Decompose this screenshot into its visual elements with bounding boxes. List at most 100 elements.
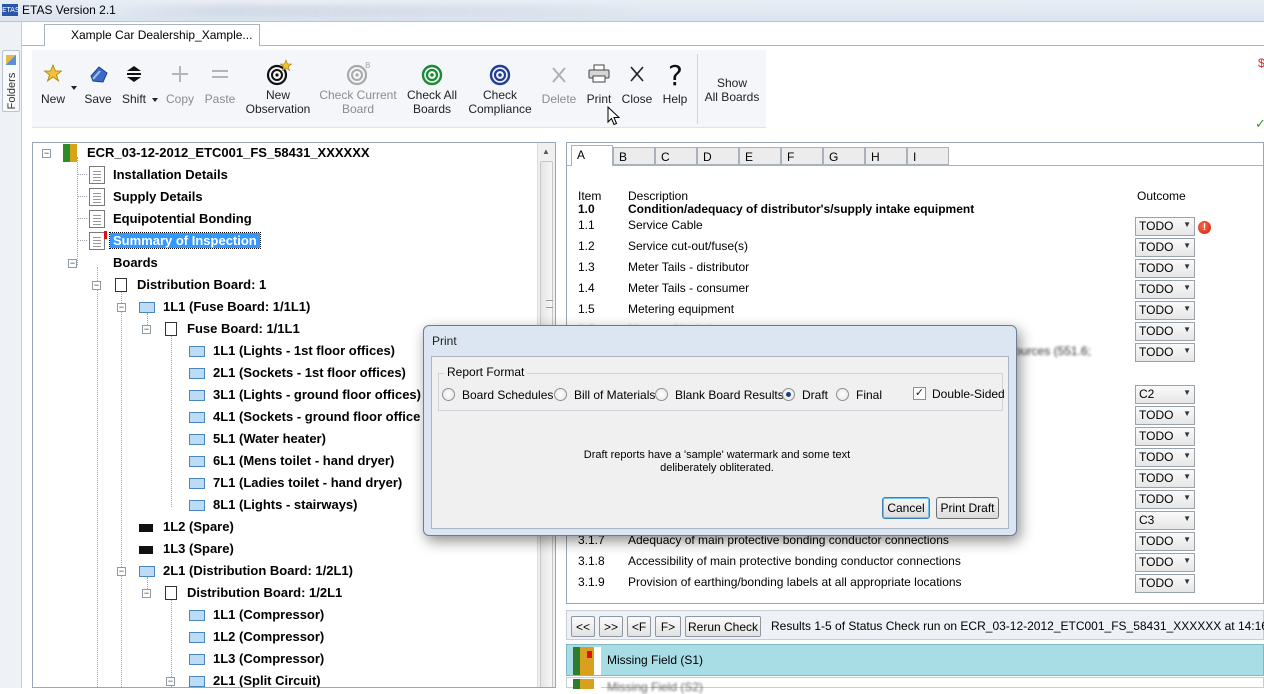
tab-b[interactable]: B [613,147,655,165]
tab-g[interactable]: G [823,147,865,165]
document-icon [89,166,105,184]
tree-toggle-split[interactable]: − [166,677,175,686]
new-dropdown-arrow[interactable] [71,86,77,90]
next-fault-button[interactable]: F> [655,616,681,637]
outcome-select[interactable]: TODO ▼ [1135,259,1195,278]
tree-toggle-2l1[interactable]: − [117,567,126,576]
circuit-icon [189,500,205,511]
tree-toggle-db1[interactable]: − [92,281,101,290]
check-current-board-button[interactable]: B Check Current Board [316,50,400,128]
outcome-select[interactable]: TODO ▼ [1135,448,1195,467]
dropdown-arrow-icon: ▼ [1183,388,1191,397]
tree-toggle-boards[interactable]: − [68,259,77,268]
tab-i[interactable]: I [907,147,949,165]
tree-toggle-1l1[interactable]: − [117,303,126,312]
outcome-select[interactable]: TODO ▼ [1135,490,1195,509]
dropdown-arrow-icon: ▼ [1183,472,1191,481]
svg-text:?: ? [668,59,683,88]
save-icon [90,66,108,83]
help-button[interactable]: ? Help [656,50,694,128]
dropdown-arrow-icon: ▼ [1183,493,1191,502]
close-button[interactable]: Close [618,50,656,128]
checkmark-icon: ✓ [913,387,926,400]
app-icon: ETAS [2,4,20,16]
spare-way-icon [139,524,153,532]
outcome-select[interactable]: TODO ▼ [1135,427,1195,446]
document-icon [89,188,105,206]
tree-toggle-fuse-board[interactable]: − [142,325,151,334]
copy-button[interactable]: Copy [160,50,200,128]
print-draft-button[interactable]: Print Draft [936,497,999,519]
board-icon [115,278,127,292]
outcome-select[interactable]: TODO ▼ [1135,406,1195,425]
rerun-check-button[interactable]: Rerun Check [685,616,761,637]
document-icon [89,210,105,228]
first-button[interactable]: << [571,616,595,637]
svg-text:B: B [365,61,371,70]
paste-button[interactable]: Paste [200,50,240,128]
delete-icon [552,67,566,83]
dropdown-arrow-icon: ▼ [1183,430,1191,439]
outcome-select[interactable]: C2 ▼ [1135,385,1195,404]
tab-a[interactable]: A [571,145,613,166]
tab-h[interactable]: H [865,147,907,165]
tree-toggle-db-1-2l1[interactable]: − [142,589,151,598]
close-icon [630,66,644,82]
toolbar-separator [697,54,698,124]
dropdown-arrow-icon: ▼ [1183,220,1191,229]
folders-tab[interactable]: Folders [2,50,20,112]
document-tab[interactable]: Xample Car Dealership_Xample... [44,24,260,46]
printer-icon [588,64,610,83]
circuit-icon [189,632,205,643]
outcome-select[interactable]: TODO ▼ [1135,301,1195,320]
outcome-select[interactable]: TODO ▼ [1135,469,1195,488]
title-bar: ETAS ETAS Version 2.1 [0,0,1264,22]
circuit-icon [189,610,205,621]
outcome-select[interactable]: TODO ▼ [1135,238,1195,257]
tab-d[interactable]: D [697,147,739,165]
toolbar: New Save Shift Copy Paste New Observation… [32,50,766,128]
tab-f[interactable]: F [781,147,823,165]
previous-fault-button[interactable]: <F [627,616,651,637]
outcome-select[interactable]: TODO ▼ [1135,553,1195,572]
save-button[interactable]: Save [80,50,116,128]
cancel-button[interactable]: Cancel [882,497,930,519]
shift-dropdown-arrow[interactable] [152,98,158,102]
tab-c[interactable]: C [655,147,697,165]
dropdown-arrow-icon: ▼ [1183,346,1191,355]
outcome-select[interactable]: TODO ▼ [1135,217,1195,236]
inspection-row: 3.1.9 Provision of earthing/bonding label… [567,573,1263,594]
outcome-select[interactable]: C3 ▼ [1135,511,1195,530]
new-observation-button[interactable]: New Observation [242,50,314,128]
print-dialog: Print Report Format Board Schedules Bill… [423,325,1017,536]
dropdown-arrow-icon: ▼ [1183,535,1191,544]
warning-icon[interactable]: ! [1198,221,1211,234]
outcome-select[interactable]: TODO ▼ [1135,280,1195,299]
document-warning-icon [89,231,107,250]
tab-e[interactable]: E [739,147,781,165]
inspection-row: 1.1 Service Cable TODO ▼ [567,216,1263,237]
help-icon: ? [668,59,683,88]
delete-button[interactable]: Delete [540,50,578,128]
plus-icon [172,66,188,82]
outcome-select[interactable]: TODO ▼ [1135,343,1195,362]
new-button[interactable]: New [32,50,77,128]
equals-icon [212,70,228,78]
shift-button[interactable]: Shift [118,50,158,128]
dropdown-arrow-icon: ▼ [1183,451,1191,460]
tree-toggle-root[interactable]: − [42,149,51,158]
outcome-select[interactable]: TODO ▼ [1135,574,1195,593]
result-row-selected[interactable]: Missing Field (S1) [566,644,1264,676]
new-observation-icon [266,59,293,86]
scroll-up-arrow[interactable]: ▲ [542,147,550,156]
check-all-boards-button[interactable]: Check All Boards [402,50,462,128]
inspection-row: 1.2 Service cut-out/fuse(s) TODO ▼ [567,237,1263,258]
result-row[interactable]: Missing Field (S2) [566,677,1264,694]
check-compliance-button[interactable]: Check Compliance [464,50,536,128]
outcome-select[interactable]: TODO ▼ [1135,532,1195,551]
draft-message: Draft reports have a 'sample' watermark … [583,449,851,474]
next-board-button[interactable]: >> [599,616,623,637]
show-all-boards-button[interactable]: Show All Boards [700,50,764,128]
outcome-select[interactable]: TODO ▼ [1135,322,1195,341]
dropdown-arrow-icon: ▼ [1183,304,1191,313]
